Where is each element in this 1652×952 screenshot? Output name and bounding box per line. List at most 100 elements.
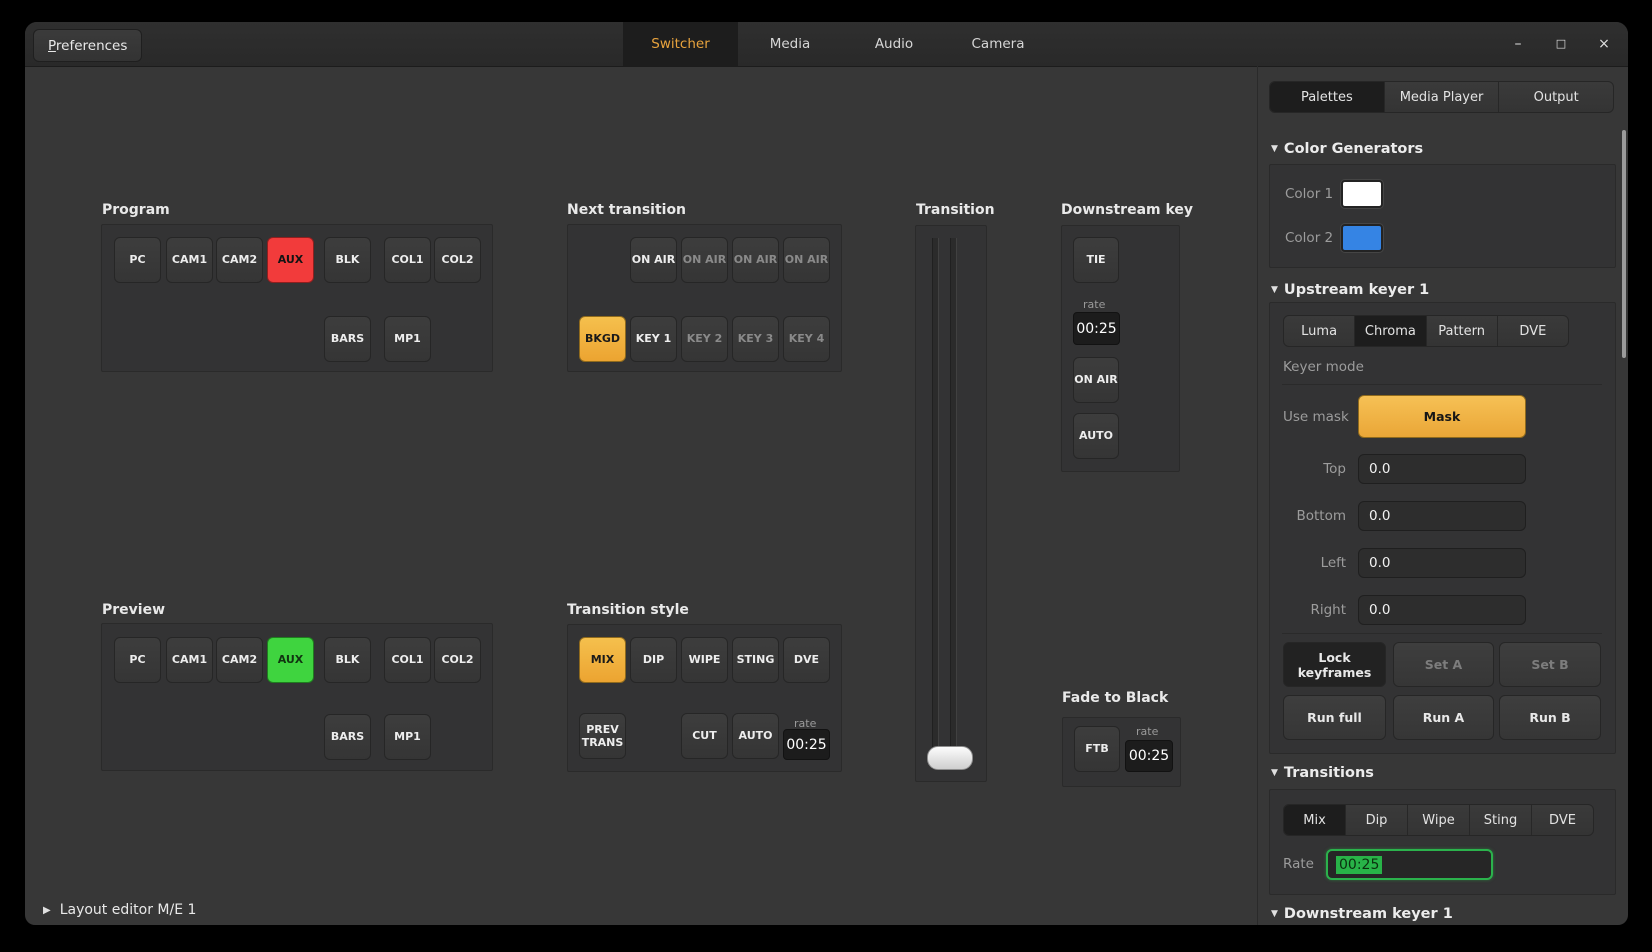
key3-button[interactable]: KEY 3: [732, 316, 779, 362]
run-full-button[interactable]: Run full: [1283, 695, 1386, 740]
mask-bottom-field[interactable]: 0.0: [1358, 501, 1526, 531]
onair-key2-button[interactable]: ON AIR: [681, 237, 728, 283]
set-a-button[interactable]: Set A: [1393, 642, 1494, 687]
ftb-rate-value[interactable]: 00:25: [1125, 740, 1173, 772]
downstream-keyer-title: Downstream keyer 1: [1284, 906, 1453, 922]
key4-button[interactable]: KEY 4: [783, 316, 830, 362]
preview-col1-button[interactable]: COL1: [384, 637, 431, 683]
run-b-button[interactable]: Run B: [1499, 695, 1601, 740]
mask-top-label: Top: [1270, 461, 1346, 477]
panel-divider: [1257, 66, 1258, 925]
transitions-header[interactable]: ▼ Transitions: [1271, 765, 1374, 781]
preview-aux-button-active[interactable]: AUX: [267, 637, 314, 683]
ftb-button[interactable]: FTB: [1074, 726, 1120, 772]
auto-button[interactable]: AUTO: [732, 713, 779, 759]
color-generators-header[interactable]: ▼ Color Generators: [1271, 141, 1423, 157]
tab-wipe[interactable]: Wipe: [1408, 805, 1470, 835]
sting-button[interactable]: STING: [732, 637, 779, 683]
dsk-rate-value[interactable]: 00:25: [1073, 312, 1120, 345]
dsk-auto-button[interactable]: AUTO: [1073, 413, 1119, 459]
set-b-button[interactable]: Set B: [1499, 642, 1601, 687]
onair-key4-button[interactable]: ON AIR: [783, 237, 830, 283]
preview-cam2-button[interactable]: CAM2: [216, 637, 263, 683]
fade-to-black-title: Fade to Black: [1062, 690, 1168, 706]
tab-luma[interactable]: Luma: [1284, 316, 1355, 346]
preview-cam1-button[interactable]: CAM1: [166, 637, 213, 683]
tab-media[interactable]: Media: [738, 22, 842, 66]
transition-title: Transition: [916, 202, 995, 218]
tab-sting[interactable]: Sting: [1470, 805, 1532, 835]
panel-tabs: Palettes Media Player Output: [1269, 81, 1614, 113]
mask-top-field[interactable]: 0.0: [1358, 454, 1526, 484]
tab-audio[interactable]: Audio: [842, 22, 946, 66]
program-cam2-button[interactable]: CAM2: [216, 237, 263, 283]
dsk-tie-button[interactable]: TIE: [1073, 237, 1119, 283]
cut-button[interactable]: CUT: [681, 713, 728, 759]
upstream-keyer-header[interactable]: ▼ Upstream keyer 1: [1271, 282, 1429, 298]
minimize-icon[interactable]: –: [1510, 36, 1526, 52]
tab-mix[interactable]: Mix: [1284, 805, 1346, 835]
tab-dve2[interactable]: DVE: [1532, 805, 1593, 835]
tab-switcher[interactable]: Switcher: [623, 22, 738, 66]
downstream-key-title: Downstream key: [1061, 202, 1193, 218]
program-aux-button-active[interactable]: AUX: [267, 237, 314, 283]
color-generators-panel: Color 1 Color 2: [1269, 164, 1616, 268]
maximize-icon[interactable]: □: [1553, 36, 1569, 52]
tab-camera[interactable]: Camera: [946, 22, 1050, 66]
tab-dip[interactable]: Dip: [1346, 805, 1408, 835]
wipe-button[interactable]: WIPE: [681, 637, 728, 683]
screen: Preferences Switcher Media Audio Camera …: [0, 0, 1652, 952]
onair-key3-button[interactable]: ON AIR: [732, 237, 779, 283]
lock-keyframes-button[interactable]: Lock keyframes: [1283, 642, 1386, 687]
preview-col2-button[interactable]: COL2: [434, 637, 481, 683]
program-col2-button[interactable]: COL2: [434, 237, 481, 283]
slider-groove-left: [932, 238, 939, 769]
tab-media-player[interactable]: Media Player: [1385, 82, 1500, 112]
downstream-keyer-header[interactable]: ▼ Downstream keyer 1: [1271, 906, 1453, 922]
preview-mp1-button[interactable]: MP1: [384, 714, 431, 760]
tab-palettes[interactable]: Palettes: [1270, 82, 1385, 112]
tab-chroma[interactable]: Chroma: [1355, 316, 1426, 346]
keyer-type-tabs: Luma Chroma Pattern DVE: [1283, 315, 1569, 347]
program-col1-button[interactable]: COL1: [384, 237, 431, 283]
program-pc-button[interactable]: PC: [114, 237, 161, 283]
tab-dve[interactable]: DVE: [1498, 316, 1568, 346]
mask-right-field[interactable]: 0.0: [1358, 595, 1526, 625]
dip-button[interactable]: DIP: [630, 637, 677, 683]
key2-button[interactable]: KEY 2: [681, 316, 728, 362]
color1-swatch[interactable]: [1341, 180, 1383, 208]
preview-pc-button[interactable]: PC: [114, 637, 161, 683]
close-icon[interactable]: ×: [1596, 36, 1612, 52]
rate-input[interactable]: 00:25: [1326, 849, 1493, 880]
key1-button[interactable]: KEY 1: [630, 316, 677, 362]
tab-pattern[interactable]: Pattern: [1427, 316, 1498, 346]
dsk-onair-button[interactable]: ON AIR: [1073, 357, 1119, 403]
upstream-keyer-panel: Luma Chroma Pattern DVE Keyer mode Use m…: [1269, 302, 1616, 754]
layout-editor-toggle[interactable]: ▶ Layout editor M/E 1: [43, 902, 196, 918]
run-a-button[interactable]: Run A: [1393, 695, 1494, 740]
transition-style-title: Transition style: [567, 602, 689, 618]
bkgd-button-active[interactable]: BKGD: [579, 316, 626, 362]
program-bars-button[interactable]: BARS: [324, 316, 371, 362]
program-blk-button[interactable]: BLK: [324, 237, 371, 283]
mask-toggle-button[interactable]: Mask: [1358, 395, 1526, 438]
color2-swatch[interactable]: [1341, 224, 1383, 252]
style-rate-value[interactable]: 00:25: [783, 729, 830, 760]
onair-key1-button[interactable]: ON AIR: [630, 237, 677, 283]
dve-button[interactable]: DVE: [783, 637, 830, 683]
program-mp1-button[interactable]: MP1: [384, 316, 431, 362]
preferences-button[interactable]: Preferences: [33, 29, 142, 62]
divider: [1282, 384, 1602, 385]
preview-blk-button[interactable]: BLK: [324, 637, 371, 683]
mask-left-field[interactable]: 0.0: [1358, 548, 1526, 578]
prev-trans-button[interactable]: PREV TRANS: [579, 713, 626, 759]
tab-output[interactable]: Output: [1499, 82, 1613, 112]
panel-scrollbar[interactable]: [1622, 130, 1626, 358]
preview-bus: PC CAM1 CAM2 AUX BLK COL1 COL2 BARS MP1: [101, 623, 493, 771]
preview-bars-button[interactable]: BARS: [324, 714, 371, 760]
next-transition-title: Next transition: [567, 202, 686, 218]
mix-button-active[interactable]: MIX: [579, 637, 626, 683]
transition-tbar-handle[interactable]: [927, 746, 973, 770]
program-cam1-button[interactable]: CAM1: [166, 237, 213, 283]
titlebar-tabs: Switcher Media Audio Camera: [623, 22, 1050, 66]
